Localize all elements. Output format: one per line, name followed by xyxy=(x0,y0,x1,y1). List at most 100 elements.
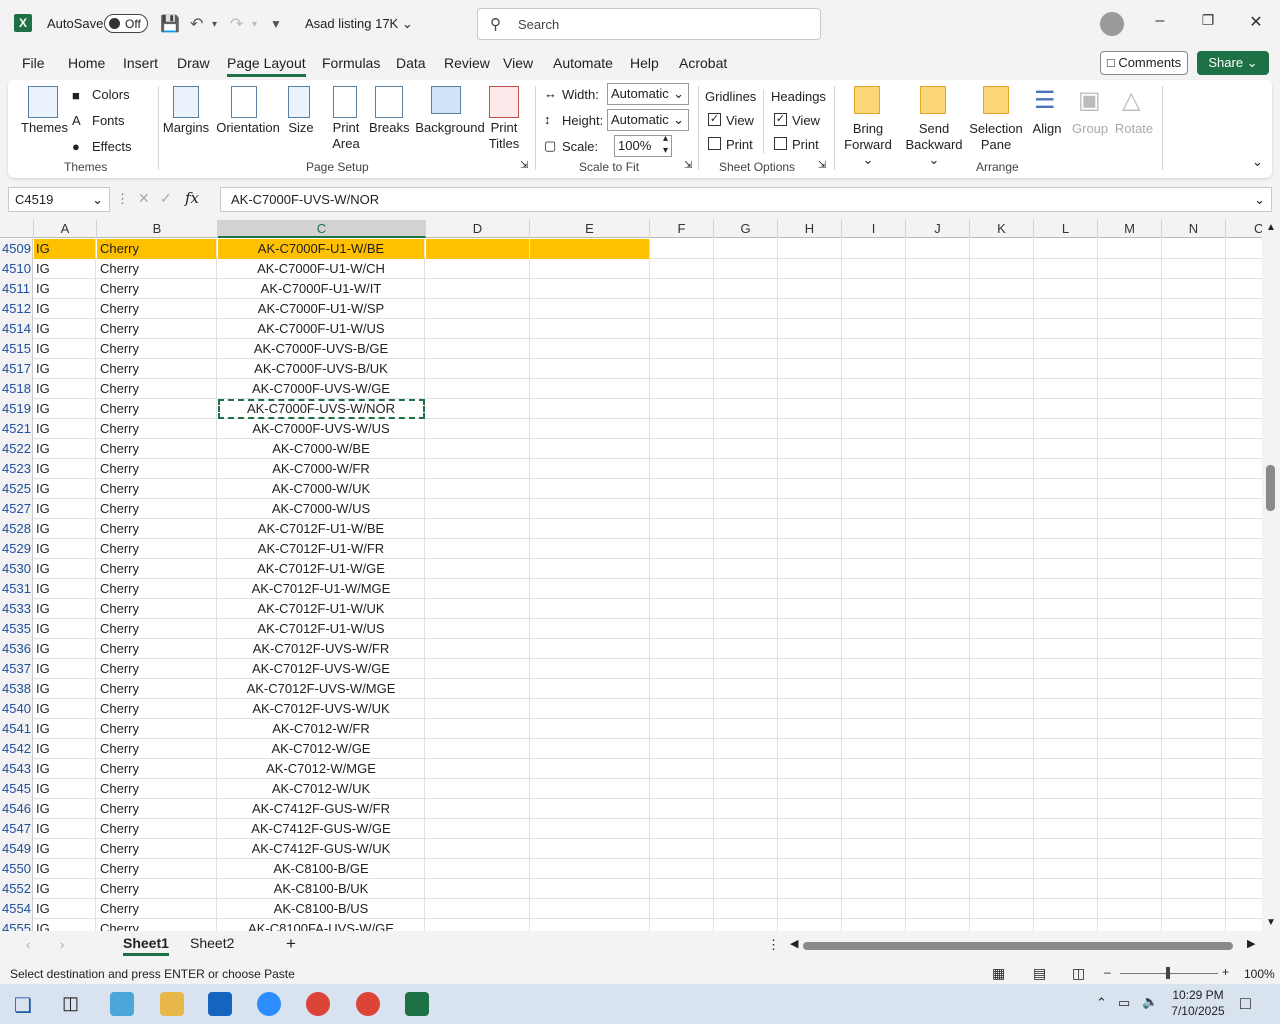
cell-c[interactable]: AK-C8100-B/UK xyxy=(218,879,425,899)
column-header-f[interactable]: F xyxy=(650,220,714,238)
row-number[interactable]: 4521 xyxy=(0,419,33,439)
cell-a[interactable]: IG xyxy=(34,419,96,439)
headings-print-checkbox[interactable] xyxy=(774,137,787,150)
cell-b[interactable]: Cherry xyxy=(97,459,217,479)
cell-b[interactable]: Cherry xyxy=(97,299,217,319)
cell-a[interactable]: IG xyxy=(34,439,96,459)
cell-b[interactable]: Cherry xyxy=(97,879,217,899)
account-avatar-icon[interactable] xyxy=(1100,12,1124,36)
height-select[interactable]: Automatic ⌄ xyxy=(607,109,689,131)
cell-c[interactable]: AK-C7000-W/UK xyxy=(218,479,425,499)
row-number[interactable]: 4510 xyxy=(0,259,33,279)
cell-c[interactable]: AK-C7012F-UVS-W/UK xyxy=(218,699,425,719)
tab-acrobat[interactable]: Acrobat xyxy=(679,55,727,71)
column-header-i[interactable]: I xyxy=(842,220,906,238)
cell-c[interactable]: AK-C7012-W/FR xyxy=(218,719,425,739)
cell-b[interactable]: Cherry xyxy=(97,619,217,639)
cell-c[interactable]: AK-C7012F-U1-W/US xyxy=(218,619,425,639)
row-number[interactable]: 4517 xyxy=(0,359,33,379)
print-titles-button[interactable]: Print xyxy=(484,120,524,135)
cell-c[interactable]: AK-C7012F-U1-W/GE xyxy=(218,559,425,579)
cell-c[interactable]: AK-C8100-B/US xyxy=(218,899,425,919)
cell-a[interactable]: IG xyxy=(34,839,96,859)
column-header-m[interactable]: M xyxy=(1098,220,1162,238)
zoom-level[interactable]: 100% xyxy=(1244,967,1275,981)
scroll-left-icon[interactable]: ◀ xyxy=(790,937,798,950)
cell-b[interactable]: Cherry xyxy=(97,279,217,299)
gridlines-view-checkbox[interactable]: ✓ xyxy=(708,113,721,126)
zoom-app-icon[interactable] xyxy=(257,992,281,1016)
rotate-button[interactable]: Rotate xyxy=(1114,121,1154,136)
cell-b[interactable]: Cherry xyxy=(97,859,217,879)
cell-a[interactable]: IG xyxy=(34,739,96,759)
cell-c[interactable]: AK-C7012F-U1-W/MGE xyxy=(218,579,425,599)
background-button[interactable]: Background xyxy=(412,120,488,135)
row-number[interactable]: 4552 xyxy=(0,879,33,899)
cell-a[interactable]: IG xyxy=(34,459,96,479)
row-number[interactable]: 4519 xyxy=(0,399,33,419)
cell-a[interactable]: IG xyxy=(34,879,96,899)
cell-a[interactable]: IG xyxy=(34,379,96,399)
cell-c[interactable]: AK-C7012-W/UK xyxy=(218,779,425,799)
cell-c[interactable]: AK-C7012F-UVS-W/GE xyxy=(218,659,425,679)
effects-button[interactable]: Effects xyxy=(92,139,132,154)
cell-a[interactable]: IG xyxy=(34,399,96,419)
cell-c[interactable]: AK-C7012F-UVS-W/MGE xyxy=(218,679,425,699)
cell-a[interactable]: IG xyxy=(34,579,96,599)
cell-a[interactable]: IG xyxy=(34,759,96,779)
chrome-profile-icon[interactable] xyxy=(356,992,380,1016)
cell-a[interactable]: IG xyxy=(34,859,96,879)
row-number[interactable]: 4545 xyxy=(0,779,33,799)
row-number[interactable]: 4546 xyxy=(0,799,33,819)
file-explorer-icon[interactable] xyxy=(160,992,184,1016)
send-backward-button[interactable]: Send xyxy=(900,121,968,136)
cell-a[interactable]: IG xyxy=(34,539,96,559)
horizontal-scroll-thumb[interactable] xyxy=(803,942,1233,950)
undo-dropdown-icon[interactable]: ▾ xyxy=(212,19,217,30)
cell-b[interactable]: Cherry xyxy=(97,739,217,759)
scale-launcher-icon[interactable]: ⇲ xyxy=(684,160,692,171)
row-number[interactable]: 4509 xyxy=(0,239,33,259)
cell-b[interactable]: Cherry xyxy=(97,639,217,659)
row-number[interactable]: 4518 xyxy=(0,379,33,399)
headings-view-checkbox[interactable]: ✓ xyxy=(774,113,787,126)
cell-b[interactable]: Cherry xyxy=(97,899,217,919)
more-options-icon[interactable]: ⋮ xyxy=(767,937,780,953)
cell-b[interactable]: Cherry xyxy=(97,779,217,799)
cell-c[interactable]: AK-C7000-W/BE xyxy=(218,439,425,459)
outlook-icon[interactable] xyxy=(208,992,232,1016)
cell-b[interactable]: Cherry xyxy=(97,379,217,399)
tab-automate[interactable]: Automate xyxy=(553,55,613,71)
notifications-icon[interactable]: □ xyxy=(1240,993,1251,1014)
fonts-button[interactable]: Fonts xyxy=(92,113,125,128)
cell-b[interactable]: Cherry xyxy=(97,259,217,279)
row-number[interactable]: 4542 xyxy=(0,739,33,759)
show-hidden-icons-icon[interactable]: ⌃ xyxy=(1096,995,1107,1011)
save-icon[interactable]: 💾 xyxy=(160,14,180,34)
row-number[interactable]: 4543 xyxy=(0,759,33,779)
cell-b[interactable]: Cherry xyxy=(97,699,217,719)
spreadsheet-grid[interactable]: A B C D E F G H I J K L M N C 4509 IG Cher… xyxy=(0,220,1262,931)
cell-a[interactable]: IG xyxy=(34,279,96,299)
vertical-scrollbar[interactable]: ▲ ▼ xyxy=(1262,220,1280,931)
column-header-n[interactable]: N xyxy=(1162,220,1226,238)
redo-icon[interactable]: ↷ xyxy=(230,14,243,34)
scroll-up-icon[interactable]: ▲ xyxy=(1266,222,1276,233)
cell-a[interactable]: IG xyxy=(34,719,96,739)
cell-b[interactable]: Cherry xyxy=(97,759,217,779)
add-sheet-icon[interactable]: + xyxy=(286,934,296,954)
column-header-a[interactable]: A xyxy=(34,220,97,238)
cell-a[interactable]: IG xyxy=(34,659,96,679)
sheet-tab-sheet1[interactable]: Sheet1 xyxy=(123,935,169,956)
zoom-in-icon[interactable]: + xyxy=(1222,965,1229,979)
row-number[interactable]: 4540 xyxy=(0,699,33,719)
cell-b[interactable]: Cherry xyxy=(97,539,217,559)
page-setup-launcher-icon[interactable]: ⇲ xyxy=(520,160,528,171)
cell-a[interactable]: IG xyxy=(34,919,96,931)
cell-a[interactable]: IG xyxy=(34,299,96,319)
enter-icon[interactable]: ✓ xyxy=(160,190,172,207)
cell-c[interactable]: AK-C7000F-U1-W/US xyxy=(218,319,425,339)
cell-c[interactable]: AK-C7012-W/MGE xyxy=(218,759,425,779)
cell-b[interactable]: Cherry xyxy=(97,579,217,599)
tab-data[interactable]: Data xyxy=(396,55,426,71)
